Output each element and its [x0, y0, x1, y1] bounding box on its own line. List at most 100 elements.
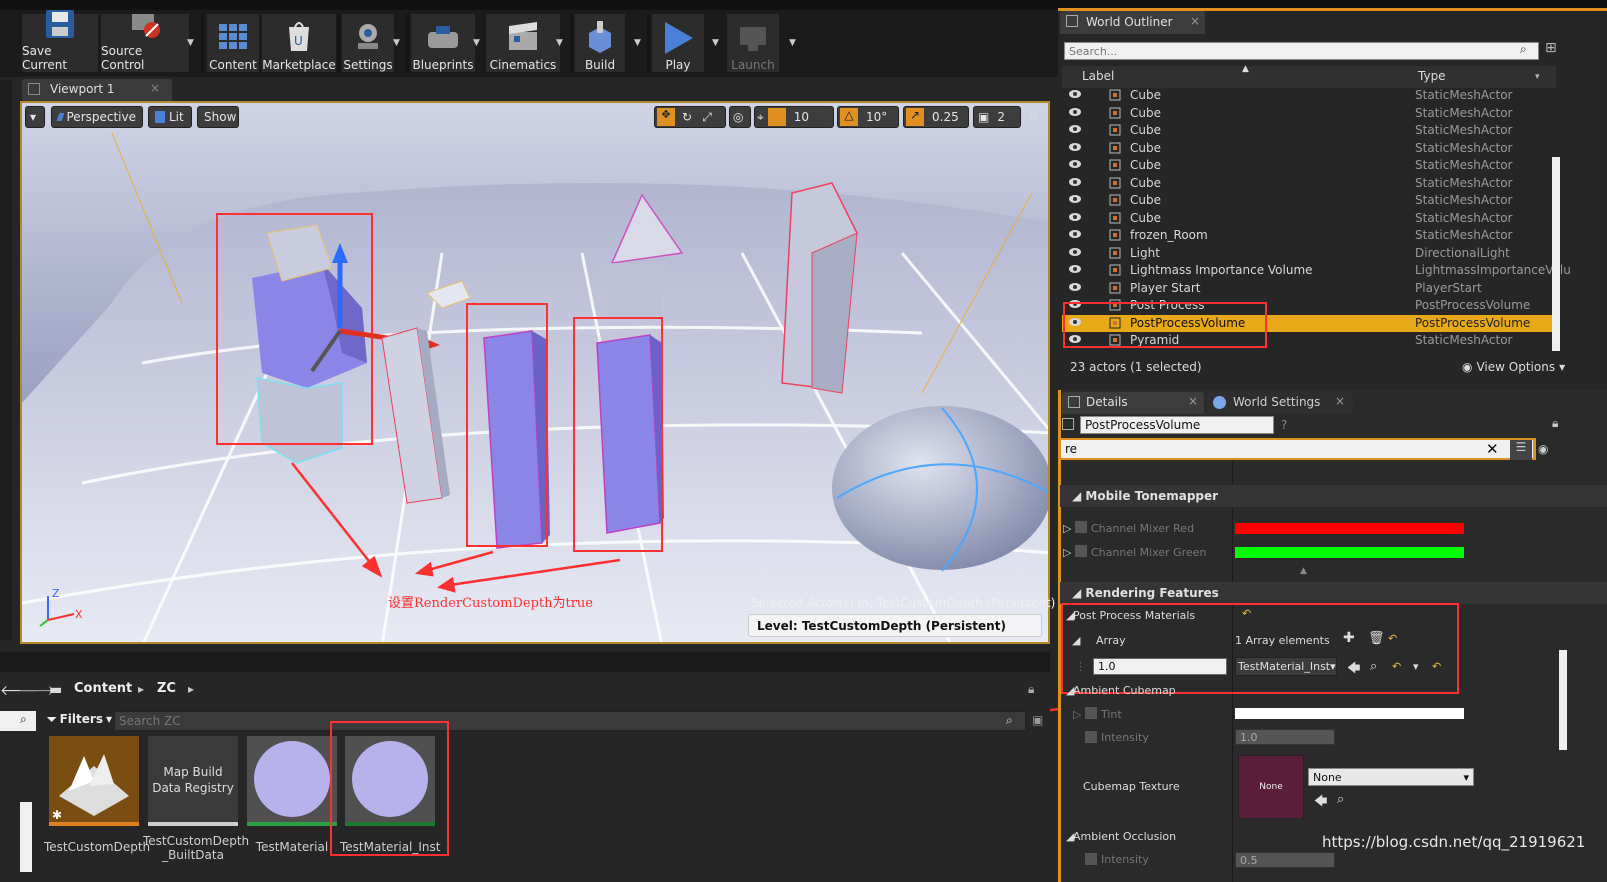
channel-mixer-red-checkbox[interactable]: [1075, 521, 1087, 533]
outliner-row[interactable]: Cube StaticMeshActor: [1062, 157, 1556, 174]
cubemap-select[interactable]: None ▾: [1308, 768, 1474, 786]
channel-mixer-green-swatch[interactable]: [1235, 547, 1464, 558]
content-search-input[interactable]: [114, 711, 1026, 731]
outliner-row[interactable]: Cube StaticMeshActor: [1062, 140, 1556, 157]
tint-swatch[interactable]: [1235, 708, 1464, 719]
tint-checkbox[interactable]: [1085, 707, 1097, 719]
details-scrollbar[interactable]: [1559, 650, 1567, 750]
visibility-eye-icon[interactable]: [1068, 176, 1082, 188]
outliner-row[interactable]: Lightmass Importance Volume LightmassImpo…: [1062, 262, 1571, 279]
actor-name-field[interactable]: [1080, 416, 1274, 434]
add-folder-icon[interactable]: ⊞: [1545, 40, 1557, 56]
visibility-eye-icon[interactable]: [1068, 211, 1082, 223]
outliner-row[interactable]: Cube StaticMeshActor: [1062, 175, 1556, 192]
lock-icon[interactable]: 🔒︎: [1028, 682, 1034, 697]
visibility-eye-icon[interactable]: [1068, 106, 1082, 118]
expand-icon[interactable]: ▷: [1073, 708, 1081, 721]
asset-testmaterial[interactable]: [247, 736, 337, 826]
save-search-icon[interactable]: ▣: [1032, 713, 1043, 727]
view-options-button[interactable]: ◉ View Options ▾: [1462, 360, 1565, 374]
outliner-search-input[interactable]: [1064, 42, 1539, 60]
asset-type-bar: [247, 822, 337, 826]
rendering-features-category[interactable]: ◢ Rendering Features: [1060, 582, 1607, 604]
outliner-row-label: Lightmass Importance Volume: [1130, 263, 1313, 277]
visibility-eye-icon[interactable]: [1068, 123, 1082, 135]
outliner-row[interactable]: Player Start PlayerStart: [1062, 280, 1556, 297]
ao-intensity-checkbox[interactable]: [1085, 853, 1097, 865]
help-icon[interactable]: ?: [1281, 418, 1287, 432]
search-icon: ⌕: [20, 712, 27, 726]
intensity-checkbox[interactable]: [1085, 731, 1097, 743]
highlight-box: [1063, 302, 1267, 348]
outliner-row[interactable]: Cube StaticMeshActor: [1062, 210, 1556, 227]
channel-mixer-green-checkbox[interactable]: [1075, 545, 1087, 557]
watermark: https://blog.csdn.net/qq_21919621: [1322, 833, 1586, 851]
sources-search[interactable]: ⌕: [0, 711, 36, 731]
actor-count-status: 23 actors (1 selected): [1070, 360, 1202, 374]
breadcrumb-zc[interactable]: ZC: [157, 681, 176, 696]
visibility-eye-icon[interactable]: [1068, 158, 1082, 170]
cubemap-thumbnail[interactable]: None: [1238, 755, 1304, 819]
outliner-row[interactable]: Cube StaticMeshActor: [1062, 192, 1556, 209]
lock-icon[interactable]: 🔒︎: [1552, 416, 1558, 431]
outliner-scrollbar[interactable]: [1552, 157, 1560, 351]
filters-button[interactable]: ⏷ Filters ▾: [47, 712, 112, 727]
advanced-expand-icon[interactable]: ▲: [1300, 566, 1307, 576]
type-column-header[interactable]: Type: [1418, 69, 1446, 83]
visibility-eye-icon[interactable]: [1068, 88, 1082, 100]
outliner-row-type: PostProcessVolume: [1415, 298, 1531, 312]
world-settings-tab[interactable]: World Settings ×: [1207, 392, 1353, 414]
use-selected-icon[interactable]: 🡄: [1314, 792, 1327, 814]
outliner-row-label: Cube: [1130, 105, 1161, 120]
visibility-eye-icon[interactable]: [1068, 141, 1082, 153]
visibility-eye-icon[interactable]: [1068, 263, 1082, 275]
close-icon[interactable]: ×: [1335, 394, 1345, 408]
chevron-down-icon[interactable]: ▾: [1535, 72, 1540, 82]
material-sphere-icon: [254, 741, 330, 817]
asset-testcustomdepth[interactable]: ✱: [49, 736, 139, 826]
close-icon[interactable]: ×: [1188, 394, 1198, 408]
outliner-row[interactable]: frozen_Room StaticMeshActor: [1062, 227, 1556, 244]
visibility-eye-icon[interactable]: [1068, 246, 1082, 258]
outliner-row-label: Light: [1130, 245, 1160, 260]
outliner-row[interactable]: Light DirectionalLight: [1062, 245, 1556, 262]
close-icon[interactable]: ×: [1190, 14, 1200, 28]
outliner-row[interactable]: Cube StaticMeshActor: [1062, 105, 1556, 122]
breadcrumb-content[interactable]: Content: [74, 681, 132, 696]
channel-mixer-red-swatch[interactable]: [1235, 523, 1464, 534]
outliner-row-type: StaticMeshActor: [1415, 88, 1513, 102]
outliner-row-type: StaticMeshActor: [1415, 123, 1513, 137]
selected-actor-text: Selected Actor(s) in: TestCustomDepth (P…: [751, 596, 1056, 610]
globe-icon: [1213, 396, 1226, 409]
outliner-row[interactable]: Cube StaticMeshActor: [1062, 122, 1556, 139]
static-mesh-icon: [1108, 193, 1122, 207]
breadcrumb-separator-icon[interactable]: ▸: [188, 682, 194, 696]
search-icon: ⌕: [1520, 42, 1527, 56]
expand-icon: ◢: [1072, 489, 1086, 503]
chevron-down-icon: ▾: [1559, 360, 1566, 374]
sources-scrollbar[interactable]: [20, 802, 32, 872]
expand-icon[interactable]: ▷: [1063, 546, 1071, 559]
browse-icon[interactable]: ⌕: [1337, 792, 1344, 807]
ao-intensity-field[interactable]: [1235, 852, 1335, 868]
world-outliner-tab[interactable]: World Outliner ×: [1060, 11, 1205, 34]
outliner-row[interactable]: Cube StaticMeshActor: [1062, 87, 1556, 104]
property-matrix-icon[interactable]: ☰: [1510, 440, 1532, 460]
visibility-eye-icon[interactable]: [1068, 228, 1082, 240]
asset-builtdata[interactable]: Map Build Data Registry: [148, 736, 238, 826]
details-search-input[interactable]: [1061, 440, 1533, 458]
eye-icon[interactable]: ◉: [1538, 442, 1548, 456]
asset-label: TestCustomDepth _BuiltData: [143, 834, 250, 862]
clear-search-icon[interactable]: ✕: [1486, 440, 1499, 458]
breadcrumb-separator-icon[interactable]: ▸: [138, 682, 144, 696]
expand-icon[interactable]: ▷: [1063, 522, 1071, 535]
details-tab[interactable]: Details ×: [1062, 392, 1204, 414]
outliner-row-type: StaticMeshActor: [1415, 105, 1513, 120]
visibility-eye-icon[interactable]: [1068, 281, 1082, 293]
mobile-tonemapper-category[interactable]: ◢ Mobile Tonemapper: [1060, 485, 1607, 507]
outliner-row-type: DirectionalLight: [1415, 245, 1510, 260]
visibility-eye-icon[interactable]: [1068, 193, 1082, 205]
label-column-header[interactable]: Label: [1082, 69, 1114, 83]
intensity-field[interactable]: [1235, 729, 1335, 745]
volume-icon: [1108, 263, 1122, 277]
